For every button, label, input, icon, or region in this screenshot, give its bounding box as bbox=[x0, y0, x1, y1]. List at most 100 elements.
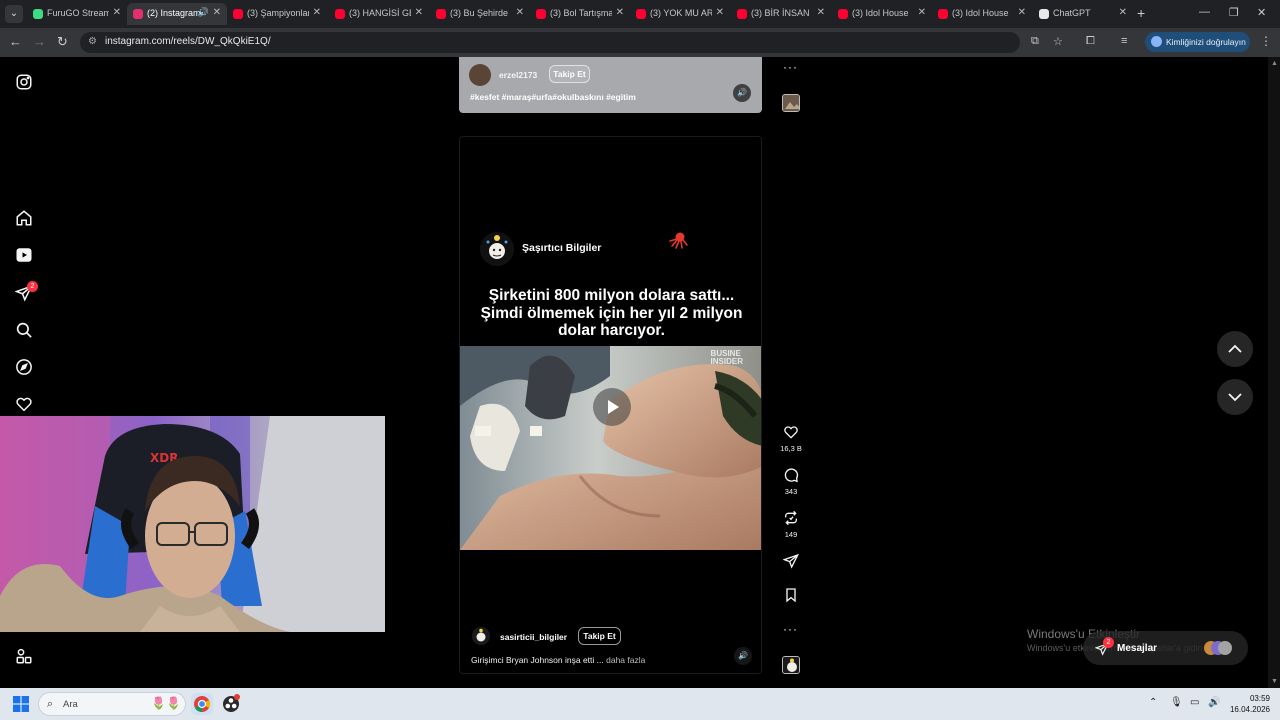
new-tab-button[interactable]: + bbox=[1137, 5, 1145, 21]
browser-tab[interactable]: (3) Bu Şehirde ✕ bbox=[430, 3, 530, 25]
instagram-logo-icon[interactable] bbox=[15, 73, 33, 91]
browser-tab[interactable]: (2) Instagram 🔊 ✕ bbox=[127, 3, 227, 25]
browser-tab-strip: ⌄ FuruGO Stream ✕ (2) Instagram 🔊 ✕ (3) Şampi… bbox=[0, 0, 1280, 28]
comment-icon[interactable] bbox=[781, 467, 801, 488]
home-icon[interactable] bbox=[15, 209, 33, 227]
previous-reel-card[interactable]: erzel2173 Takip Et #kesfet #maraş#urfa#o… bbox=[459, 57, 762, 113]
install-app-icon[interactable]: ⧉ bbox=[1031, 35, 1039, 48]
save-bookmark-icon[interactable] bbox=[781, 587, 801, 608]
tab-favicon-icon bbox=[436, 9, 446, 19]
messages-floating-button[interactable]: 2 Mesajlar bbox=[1083, 631, 1248, 665]
previous-reel-audio-thumbnail[interactable] bbox=[782, 94, 800, 112]
avatar-stack bbox=[1204, 641, 1232, 655]
tab-close-icon[interactable]: ✕ bbox=[616, 7, 624, 18]
reel-video-frame[interactable]: BUSINE INSIDER bbox=[460, 346, 761, 550]
bookmark-star-icon[interactable]: ☆ bbox=[1053, 35, 1063, 48]
tab-close-icon[interactable]: ✕ bbox=[1119, 7, 1127, 18]
scroll-down-icon[interactable]: ▼ bbox=[1271, 678, 1278, 685]
minimize-window-icon[interactable]: — bbox=[1199, 6, 1210, 18]
play-icon[interactable] bbox=[593, 388, 631, 426]
reels-icon[interactable] bbox=[15, 246, 33, 264]
tab-title: (3) Bu Şehirde bbox=[450, 8, 509, 18]
previous-reel-button[interactable] bbox=[1217, 331, 1253, 367]
reading-list-icon[interactable]: ≡ bbox=[1121, 35, 1127, 47]
explore-icon[interactable] bbox=[15, 358, 33, 376]
previous-reel-username[interactable]: erzel2173 bbox=[499, 70, 537, 80]
volume-icon[interactable]: 🔊 bbox=[734, 647, 752, 665]
forward-icon[interactable]: → bbox=[33, 34, 46, 49]
avatar[interactable] bbox=[469, 64, 491, 86]
back-icon[interactable]: ← bbox=[9, 34, 22, 49]
browser-tab[interactable]: (3) Bol Tartışma ✕ bbox=[530, 3, 630, 25]
search-icon[interactable] bbox=[15, 321, 33, 339]
reel-caption[interactable]: Girişimci Bryan Johnson inşa etti ... da… bbox=[471, 655, 645, 665]
extensions-icon[interactable]: ⧠ bbox=[1086, 35, 1095, 48]
tab-close-icon[interactable]: ✕ bbox=[716, 7, 724, 18]
network-icon[interactable]: ▭ bbox=[1190, 697, 1199, 708]
speaker-icon[interactable]: 🔊 bbox=[1208, 697, 1220, 708]
more-link[interactable]: daha fazla bbox=[606, 655, 645, 665]
tab-favicon-icon bbox=[737, 9, 747, 19]
tab-search-chevron-icon[interactable]: ⌄ bbox=[5, 5, 23, 23]
browser-menu-icon[interactable]: ⋮ bbox=[1260, 34, 1272, 48]
tab-close-icon[interactable]: ✕ bbox=[1018, 7, 1026, 18]
browser-tab[interactable]: (3) HANGİSİ GE ✕ bbox=[329, 3, 429, 25]
repost-icon[interactable] bbox=[781, 510, 801, 531]
reel-card[interactable]: Şaşırtıcı Bilgiler Şirketini 800 milyon … bbox=[459, 136, 762, 674]
browser-tab[interactable]: (3) Idol House ✕ bbox=[832, 3, 932, 25]
tab-close-icon[interactable]: ✕ bbox=[516, 7, 524, 18]
more-options-icon[interactable]: ··· bbox=[783, 622, 798, 636]
tab-title: (3) Bol Tartışma bbox=[550, 8, 612, 18]
previous-reel-more-icon[interactable]: ··· bbox=[783, 60, 798, 74]
page-scrollbar[interactable]: ▲ ▼ bbox=[1268, 57, 1280, 688]
tab-audio-icon[interactable]: 🔊 bbox=[198, 7, 209, 18]
tab-favicon-icon bbox=[838, 9, 848, 19]
scroll-up-icon[interactable]: ▲ bbox=[1271, 60, 1278, 67]
volume-icon[interactable]: 🔊 bbox=[733, 84, 751, 102]
tab-close-icon[interactable]: ✕ bbox=[313, 7, 321, 18]
windows-start-icon[interactable] bbox=[13, 696, 29, 712]
follow-button[interactable]: Takip Et bbox=[549, 65, 590, 83]
tab-close-icon[interactable]: ✕ bbox=[415, 7, 423, 18]
profile-verify-button[interactable]: Kimliğinizi doğrulayın bbox=[1145, 32, 1250, 52]
restore-window-icon[interactable]: ❐ bbox=[1229, 6, 1239, 19]
reel-username[interactable]: sasirticii_bilgiler bbox=[500, 632, 567, 642]
taskbar-search-box[interactable]: ⌕ Ara 🌷🌷 bbox=[38, 692, 186, 716]
browser-tab[interactable]: (3) Şampiyonlar ✕ bbox=[227, 3, 327, 25]
tab-close-icon[interactable]: ✕ bbox=[817, 7, 825, 18]
previous-reel-caption[interactable]: #kesfet #maraş#urfa#okulbaskını #egitim bbox=[470, 92, 636, 102]
profile-icon bbox=[1151, 36, 1162, 47]
tab-close-icon[interactable]: ✕ bbox=[113, 7, 121, 18]
chevron-up-icon bbox=[1228, 344, 1242, 353]
follow-button[interactable]: Takip Et bbox=[578, 627, 621, 645]
browser-tab[interactable]: FuruGO Stream ✕ bbox=[27, 3, 127, 25]
more-menu-icon[interactable] bbox=[15, 647, 33, 665]
tab-close-icon[interactable]: ✕ bbox=[918, 7, 926, 18]
url-text[interactable]: instagram.com/reels/DW_QkQkiE1Q/ bbox=[105, 36, 271, 47]
notifications-heart-icon[interactable] bbox=[15, 395, 33, 413]
microphone-icon[interactable]: 🎙 bbox=[1170, 697, 1183, 708]
browser-tab[interactable]: ChatGPT ✕ bbox=[1033, 3, 1133, 25]
browser-tab[interactable]: (3) Idol House ✕ bbox=[932, 3, 1032, 25]
browser-tab[interactable]: (3) YOK MU AR ✕ bbox=[630, 3, 730, 25]
channel-name: Şaşırtıcı Bilgiler bbox=[522, 242, 602, 254]
tray-overflow-chevron-icon[interactable]: ⌃ bbox=[1149, 697, 1157, 708]
tab-title: (3) Şampiyonlar bbox=[247, 8, 309, 18]
reload-icon[interactable]: ↻ bbox=[57, 34, 68, 50]
reel-audio-thumbnail[interactable] bbox=[782, 656, 800, 674]
next-reel-button[interactable] bbox=[1217, 379, 1253, 415]
site-settings-icon[interactable]: ⚙ bbox=[88, 36, 97, 47]
like-heart-icon[interactable] bbox=[781, 424, 801, 445]
system-clock[interactable]: 03:59 16.04.2026 bbox=[1228, 693, 1270, 715]
channel-avatar bbox=[480, 232, 514, 266]
tab-title: FuruGO Stream bbox=[47, 8, 109, 18]
chrome-taskbar-icon[interactable] bbox=[191, 693, 213, 715]
tab-close-icon[interactable]: ✕ bbox=[213, 7, 221, 18]
webcam-overlay: XDR bbox=[0, 416, 385, 632]
obs-taskbar-icon[interactable] bbox=[220, 693, 242, 715]
address-bar[interactable]: ⚙ instagram.com/reels/DW_QkQkiE1Q/ bbox=[80, 32, 1020, 53]
avatar[interactable] bbox=[472, 627, 490, 645]
share-icon[interactable] bbox=[781, 553, 801, 574]
browser-tab[interactable]: (3) BİR İNSAN ✕ bbox=[731, 3, 831, 25]
close-window-icon[interactable]: ✕ bbox=[1257, 6, 1266, 19]
